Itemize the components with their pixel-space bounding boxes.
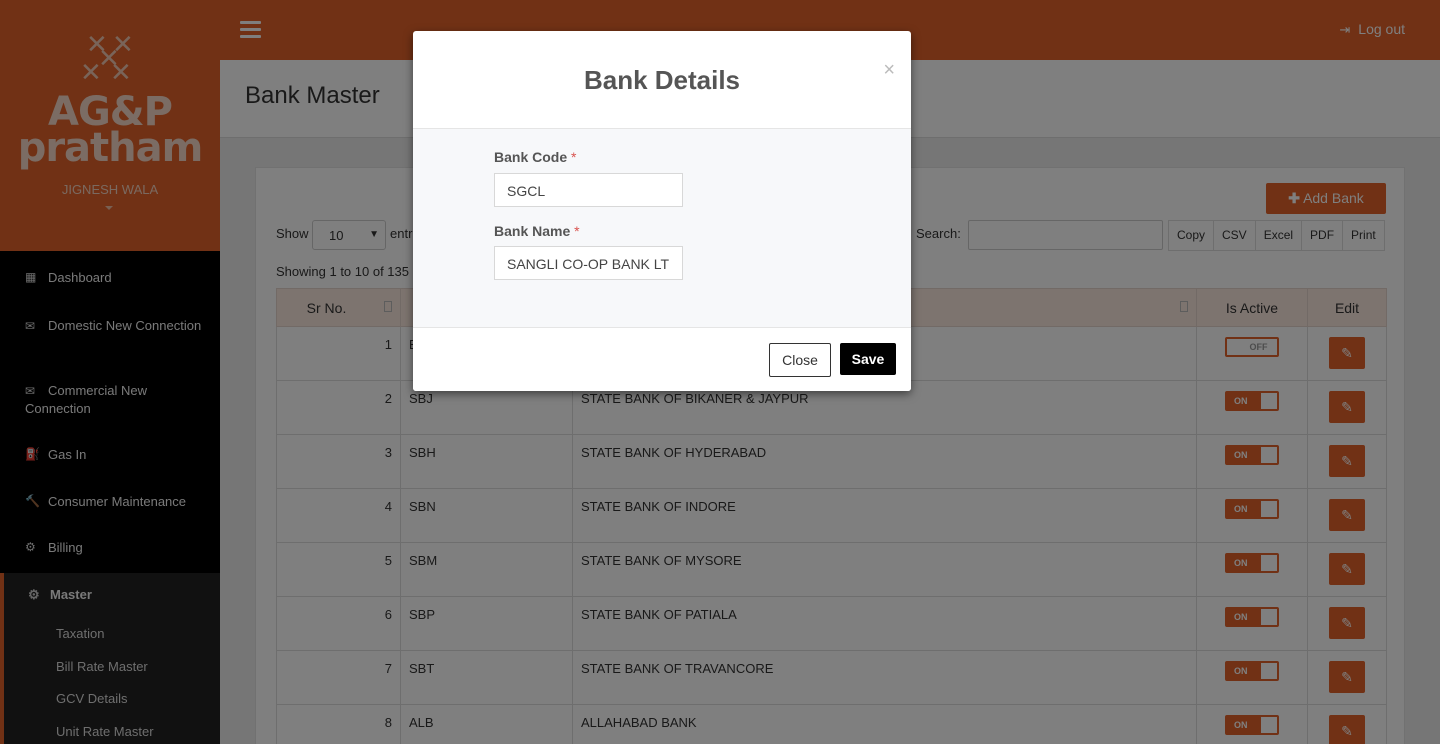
bank-name-label-text: Bank Name: [494, 223, 571, 239]
modal-footer: Close Save: [413, 327, 911, 391]
modal-header: Bank Details ×: [413, 31, 911, 129]
bank-name-field[interactable]: SANGLI CO-OP BANK LT: [494, 246, 683, 280]
close-icon[interactable]: ×: [883, 59, 895, 82]
bank-name-label: Bank Name *: [494, 223, 580, 239]
bank-details-modal: Bank Details × Bank Code * SGCL Bank Nam…: [413, 31, 911, 391]
close-button[interactable]: Close: [769, 343, 831, 377]
modal-title: Bank Details: [583, 65, 741, 95]
required-mark: *: [574, 223, 580, 239]
bank-code-label: Bank Code *: [494, 149, 576, 165]
required-mark: *: [571, 149, 577, 165]
bank-code-label-text: Bank Code: [494, 149, 568, 165]
save-button[interactable]: Save: [840, 343, 896, 375]
app-root: ✕✕ ✕ ✕✕ AG&P pratham JIGNESH WALA ▦ Dash…: [0, 0, 1440, 744]
bank-code-field[interactable]: SGCL: [494, 173, 683, 207]
modal-body: Bank Code * SGCL Bank Name * SANGLI CO-O…: [413, 129, 911, 327]
